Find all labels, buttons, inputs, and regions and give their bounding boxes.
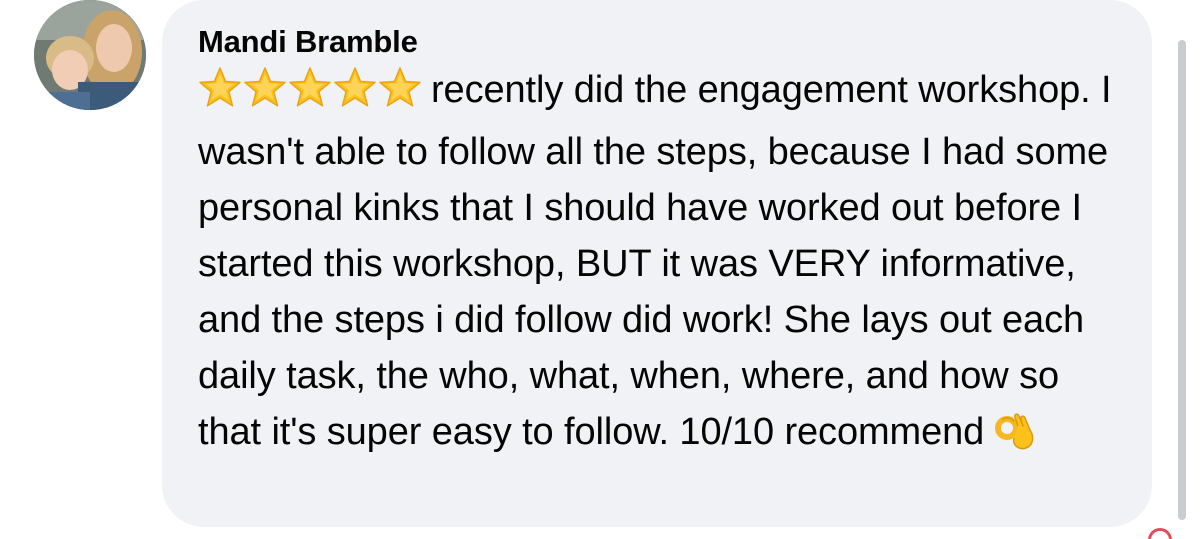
avatar-photo — [34, 0, 146, 110]
comment-bubble: Mandi Bramble recently did the engagemen… — [162, 0, 1152, 527]
notification-ring-icon — [1146, 528, 1176, 539]
star-icon — [198, 66, 242, 108]
comment-text: recently did the engagement workshop. I … — [198, 62, 1128, 460]
scrollbar[interactable] — [1178, 40, 1186, 520]
star-icon — [333, 66, 377, 108]
star-icon — [378, 66, 422, 108]
star-icon — [243, 66, 287, 108]
comment-body: recently did the engagement workshop. I … — [198, 69, 1112, 453]
ok-hand-emoji-icon — [992, 408, 1036, 452]
avatar[interactable] — [34, 0, 146, 110]
comment-author[interactable]: Mandi Bramble — [198, 22, 1112, 62]
star-icon — [288, 66, 332, 108]
rating-stars — [198, 66, 423, 124]
